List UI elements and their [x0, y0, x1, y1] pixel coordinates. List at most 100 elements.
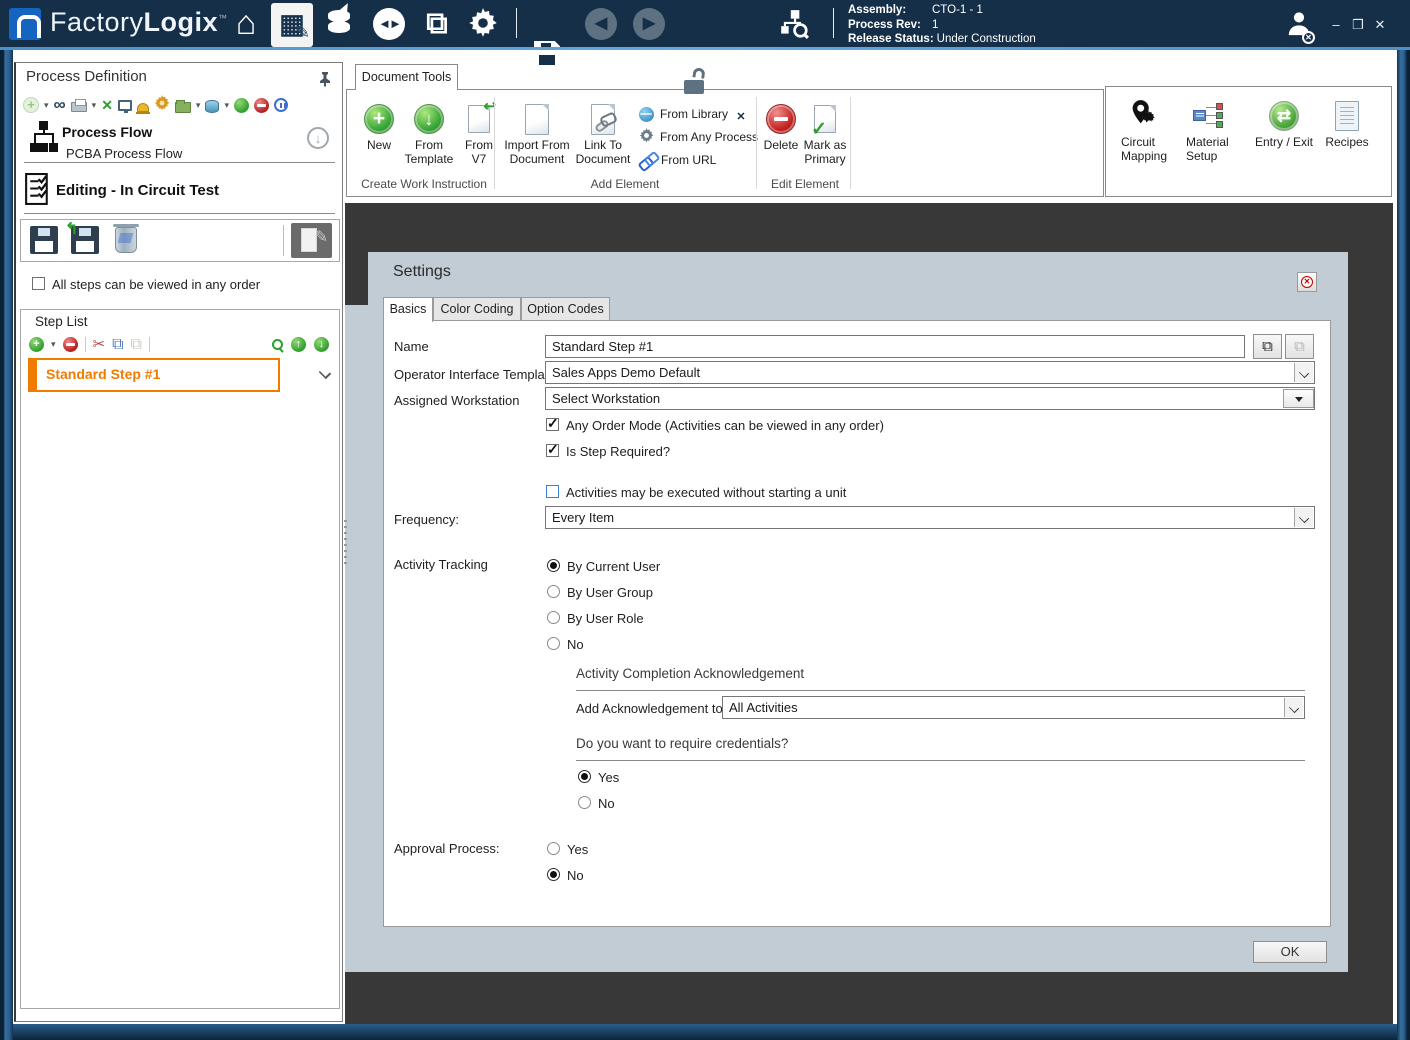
import-package-icon[interactable] — [205, 99, 220, 113]
add-dropdown-icon[interactable]: ▾ — [44, 100, 49, 111]
find-binoculars-icon[interactable] — [54, 97, 66, 113]
export-dropdown-icon[interactable]: ▾ — [196, 100, 201, 111]
frequency-select[interactable]: Every Item — [545, 506, 1315, 529]
tracking-no-radio[interactable] — [547, 637, 560, 650]
unlock-icon[interactable] — [684, 67, 706, 94]
delete-step-icon[interactable] — [113, 224, 139, 253]
titlebar-separator — [833, 8, 834, 38]
production-icon[interactable] — [326, 8, 352, 38]
workstation-select[interactable]: Select Workstation — [545, 387, 1315, 410]
pause-icon[interactable] — [273, 98, 288, 112]
tab-basics[interactable]: Basics — [383, 297, 433, 322]
presentation-icon[interactable] — [117, 100, 132, 113]
edit-document-button[interactable]: ✎ — [291, 223, 332, 258]
print-dropdown-icon[interactable]: ▾ — [92, 100, 97, 111]
tracking-current-user-radio[interactable] — [547, 559, 560, 572]
dialog-close-button[interactable]: ✕ — [1297, 272, 1317, 292]
save-import-icon[interactable]: ↰ — [65, 221, 99, 254]
export-folder-icon[interactable] — [174, 99, 191, 113]
move-up-icon[interactable]: ↑ — [291, 336, 306, 352]
any-order-checkbox[interactable] — [32, 277, 45, 290]
print-icon[interactable] — [70, 99, 87, 112]
maximize-button[interactable]: ❒ — [1350, 18, 1366, 31]
approval-no-radio[interactable] — [547, 868, 560, 881]
step-list-item[interactable]: Standard Step #1 — [28, 358, 280, 392]
from-library-button[interactable]: From Library — [639, 105, 728, 123]
add-icon[interactable] — [23, 97, 39, 113]
settings-gear-icon[interactable] — [468, 8, 498, 43]
cut-icon[interactable] — [93, 337, 106, 352]
credentials-no-radio[interactable] — [578, 796, 591, 809]
tab-option-codes[interactable]: Option Codes — [521, 297, 610, 321]
save-step-icon[interactable] — [30, 226, 58, 254]
lock-cancel-icon[interactable]: ✕ — [731, 98, 751, 124]
add-step-dropdown-icon[interactable]: ▾ — [51, 339, 56, 350]
alert-bell-icon[interactable] — [135, 102, 150, 114]
rearrange-icon[interactable] — [101, 97, 113, 114]
entry-exit-button[interactable]: Entry / Exit — [1249, 99, 1319, 150]
link-to-document-button[interactable]: Link To Document — [565, 102, 641, 166]
home-icon[interactable] — [228, 8, 264, 39]
material-diagram-icon — [1192, 101, 1224, 131]
mark-as-primary-button[interactable]: ✓ Mark as Primary — [793, 102, 857, 166]
expand-down-icon[interactable] — [307, 127, 329, 149]
credentials-yes-radio[interactable] — [578, 770, 591, 783]
recipes-button[interactable]: Recipes — [1319, 99, 1375, 150]
chevron-down-icon[interactable] — [1284, 698, 1303, 717]
step-required-checkbox[interactable] — [546, 441, 559, 458]
execute-without-unit-checkbox[interactable] — [546, 485, 559, 498]
chevron-down-icon[interactable] — [1294, 508, 1313, 527]
circuit-mapping-button[interactable]: Circuit Mapping — [1121, 99, 1183, 163]
name-input[interactable] — [545, 335, 1245, 358]
gear-icon[interactable] — [154, 94, 170, 116]
acknowledgement-select[interactable]: All Activities — [722, 696, 1305, 719]
close-x-icon: ✕ — [1301, 276, 1313, 288]
ok-button[interactable]: OK — [1253, 941, 1327, 963]
paste-settings-button[interactable]: ⧉ — [1285, 334, 1314, 359]
publish-globe-icon[interactable] — [233, 97, 249, 113]
from-any-process-button[interactable]: From Any Process — [639, 128, 758, 146]
toolbar-separator — [148, 336, 150, 352]
copy-settings-button[interactable]: ⧉ — [1253, 334, 1282, 359]
tracking-user-group-radio[interactable] — [547, 585, 560, 598]
sync-icon[interactable] — [373, 8, 405, 40]
documents-icon[interactable] — [421, 8, 453, 40]
save-icon[interactable] — [534, 41, 560, 67]
process-editor-tab-icon[interactable]: ✎ — [271, 3, 313, 47]
copy-icon[interactable] — [112, 337, 123, 352]
paste-icon[interactable] — [131, 337, 142, 352]
process-search-icon[interactable] — [778, 8, 810, 45]
import-dropdown-icon[interactable]: ▾ — [224, 100, 229, 111]
new-plus-icon — [364, 104, 394, 134]
add-step-icon[interactable]: + — [29, 336, 44, 352]
close-button[interactable]: ✕ — [1372, 18, 1388, 31]
tab-document-tools[interactable]: Document Tools — [355, 64, 458, 90]
user-logout-icon[interactable]: ✕ — [1286, 9, 1315, 44]
any-order-mode-checkbox[interactable] — [546, 415, 559, 432]
download-icon — [414, 104, 444, 134]
tab-color-coding[interactable]: Color Coding — [433, 297, 521, 321]
remove-icon[interactable] — [253, 97, 269, 113]
minimize-button[interactable]: – — [1328, 18, 1344, 31]
forward-icon[interactable] — [633, 8, 665, 40]
workstation-dropdown-button[interactable] — [1283, 389, 1314, 408]
approval-yes-radio[interactable] — [547, 842, 560, 855]
tracking-user-role-radio[interactable] — [547, 611, 560, 624]
back-icon[interactable] — [585, 8, 617, 40]
from-url-button[interactable]: From URL — [639, 151, 716, 169]
panel-splitter[interactable] — [344, 520, 347, 564]
step-chevron-icon[interactable] — [319, 367, 331, 379]
operator-template-select[interactable]: Sales Apps Demo Default — [545, 361, 1315, 384]
new-work-instruction-button[interactable]: New — [360, 102, 398, 153]
credentials-no-label: No — [598, 796, 615, 811]
step-list-title: Step List — [35, 314, 88, 329]
material-setup-button[interactable]: Material Setup — [1186, 99, 1252, 163]
move-down-icon[interactable]: ↓ — [314, 336, 329, 352]
remove-step-icon[interactable] — [62, 336, 78, 352]
from-template-button[interactable]: From Template — [399, 102, 459, 166]
pin-icon[interactable] — [319, 71, 331, 92]
chevron-down-icon[interactable] — [1294, 363, 1313, 382]
zoom-step-icon[interactable] — [272, 338, 283, 350]
ribbon: Document Tools New From Template ↩ From … — [345, 60, 1393, 203]
window-frame-left — [0, 50, 13, 1040]
